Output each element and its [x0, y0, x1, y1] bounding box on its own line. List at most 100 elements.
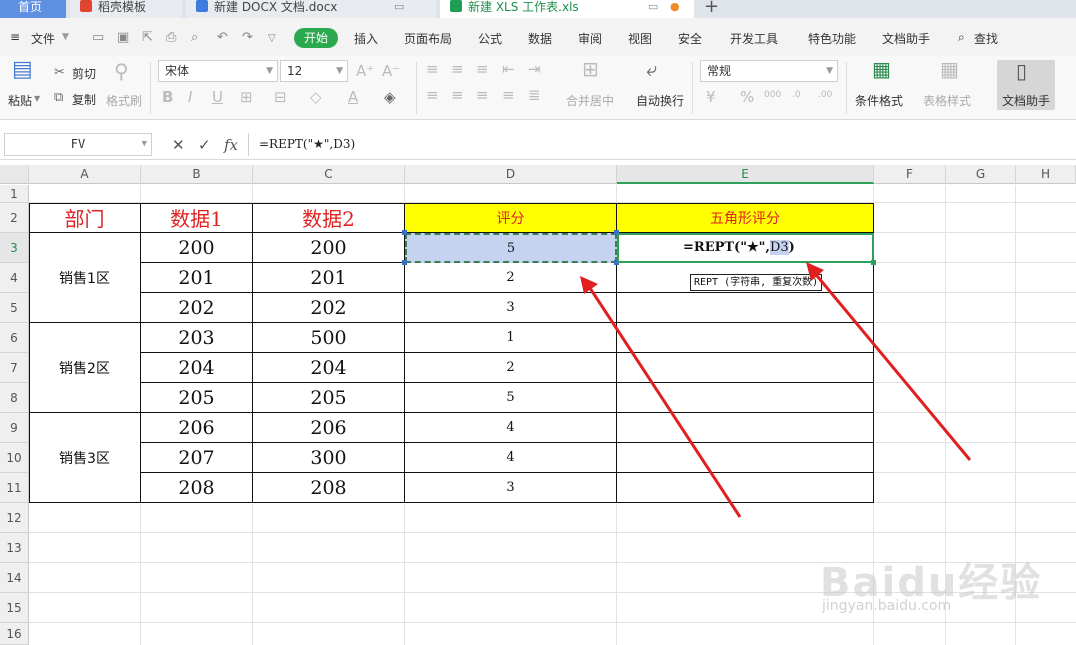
row-header-14[interactable]: 14	[0, 563, 29, 593]
cell-d10[interactable]: 4	[405, 443, 617, 473]
copy-button[interactable]: 复制	[72, 91, 96, 108]
cell-c4[interactable]: 201	[253, 263, 405, 293]
row-header-8[interactable]: 8	[0, 383, 29, 413]
menu-start[interactable]: 开始	[294, 28, 338, 48]
cell-c5[interactable]: 202	[253, 293, 405, 323]
save-icon[interactable]: ▣	[117, 30, 129, 45]
row-header-10[interactable]: 10	[0, 443, 29, 473]
table-style-button[interactable]: 表格样式	[923, 92, 971, 109]
format-painter-button[interactable]: 格式刷	[106, 92, 142, 109]
row-header-11[interactable]: 11	[0, 473, 29, 503]
cell-d8[interactable]: 5	[405, 383, 617, 413]
cell-c8[interactable]: 205	[253, 383, 405, 413]
row-header-9[interactable]: 9	[0, 413, 29, 443]
cell-c10[interactable]: 300	[253, 443, 405, 473]
justify-icon[interactable]: ≡	[502, 88, 515, 103]
cell-b3[interactable]: 200	[141, 233, 253, 263]
cell-b5[interactable]: 202	[141, 293, 253, 323]
row-header-12[interactable]: 12	[0, 503, 29, 533]
cell-d7[interactable]: 2	[405, 353, 617, 383]
export-icon[interactable]: ⇱	[142, 30, 153, 45]
eraser-icon[interactable]: ◈	[384, 90, 396, 105]
hamburger-icon[interactable]: ≡	[10, 30, 20, 44]
name-box[interactable]: FV ▼	[4, 133, 152, 156]
underline-icon[interactable]: U	[212, 90, 223, 105]
cell-b4[interactable]: 201	[141, 263, 253, 293]
cell-e9[interactable]	[617, 413, 874, 443]
cell-e8[interactable]	[617, 383, 874, 413]
decrease-decimal-icon[interactable]: .00	[818, 88, 832, 103]
cell-c7[interactable]: 204	[253, 353, 405, 383]
indent-increase-icon[interactable]: ⇥	[528, 62, 541, 77]
confirm-formula-icon[interactable]: ✓	[198, 136, 211, 154]
borders-icon[interactable]: ⊞	[240, 90, 253, 105]
align-bottom-icon[interactable]: ≡	[476, 62, 489, 77]
font-size-dropdown[interactable]: 12 ▼	[280, 60, 348, 82]
search-icon[interactable]: ⌕	[958, 30, 965, 45]
selection-handle[interactable]	[402, 260, 407, 265]
merge-center-icon[interactable]: ⊞	[582, 59, 599, 79]
cell-b8[interactable]: 205	[141, 383, 253, 413]
conditional-format-button[interactable]: 条件格式	[855, 92, 903, 109]
new-tab-plus-icon[interactable]: +	[704, 0, 719, 17]
cell-d6[interactable]: 1	[405, 323, 617, 353]
format-painter-icon[interactable]: ⚲	[114, 61, 129, 81]
paste-icon[interactable]: ▤	[12, 59, 33, 81]
cell-d9[interactable]: 4	[405, 413, 617, 443]
menu-insert[interactable]: 插入	[354, 30, 378, 47]
cell-b2[interactable]: 数据1	[141, 203, 253, 233]
undo-icon[interactable]: ↶	[217, 30, 228, 45]
doc-helper-button[interactable]: ▯ 文档助手	[997, 60, 1055, 110]
formula-input[interactable]: =REPT("★",D3)	[248, 133, 1074, 156]
cell-e3-editor[interactable]: =REPT("★",D3)	[617, 233, 874, 263]
cell-d4[interactable]: 2	[405, 263, 617, 293]
cut-button[interactable]: 剪切	[72, 65, 96, 82]
conditional-format-icon[interactable]: ▦	[872, 59, 891, 79]
table-style-icon[interactable]: ▦	[940, 59, 959, 79]
cell-d2[interactable]: 评分	[405, 203, 617, 233]
customize-chevron-icon[interactable]: ▽	[268, 33, 276, 44]
cell-e7[interactable]	[617, 353, 874, 383]
tab-home[interactable]: 首页	[0, 0, 66, 18]
fill-handle[interactable]	[871, 260, 876, 265]
wrap-text-button[interactable]: 自动换行	[636, 92, 684, 109]
row-header-16[interactable]: 16	[0, 623, 29, 645]
cancel-formula-icon[interactable]: ✕	[172, 136, 185, 154]
cell-b9[interactable]: 206	[141, 413, 253, 443]
cell-c9[interactable]: 206	[253, 413, 405, 443]
cell-a6-merged[interactable]: 销售2区	[29, 323, 141, 413]
menu-formulas[interactable]: 公式	[478, 30, 502, 47]
decrease-font-icon[interactable]: A⁻	[382, 64, 400, 79]
menu-review[interactable]: 审阅	[578, 30, 602, 47]
paste-button[interactable]: 粘贴	[8, 92, 32, 109]
menu-special-features[interactable]: 特色功能	[808, 30, 856, 47]
column-header-h[interactable]: H	[1016, 165, 1076, 184]
insert-function-icon[interactable]: fx	[224, 136, 238, 154]
align-right-icon[interactable]: ≡	[476, 88, 489, 103]
thousands-separator-icon[interactable]: 000	[764, 88, 781, 103]
percent-icon[interactable]: %	[740, 90, 754, 105]
open-folder-icon[interactable]: ▭	[92, 30, 104, 45]
menu-developer[interactable]: 开发工具	[730, 30, 778, 47]
scissors-icon[interactable]: ✂	[54, 65, 65, 80]
cell-e2[interactable]: 五角形评分	[617, 203, 874, 233]
chevron-down-icon[interactable]: ▼	[62, 32, 69, 42]
column-header-f[interactable]: F	[874, 165, 946, 184]
menu-page-layout[interactable]: 页面布局	[404, 30, 452, 47]
menu-view[interactable]: 视图	[628, 30, 652, 47]
row-header-2[interactable]: 2	[0, 203, 29, 233]
chevron-down-icon[interactable]: ▼	[34, 94, 40, 103]
cell-d5[interactable]: 3	[405, 293, 617, 323]
cell-c6[interactable]: 500	[253, 323, 405, 353]
cell-d11[interactable]: 3	[405, 473, 617, 503]
menu-file[interactable]: 文件	[31, 30, 55, 47]
cell-e11[interactable]	[617, 473, 874, 503]
cell-d3-referenced[interactable]: 5	[405, 233, 617, 263]
align-middle-icon[interactable]: ≡	[451, 62, 464, 77]
menu-search[interactable]: 查找	[974, 30, 998, 47]
align-top-icon[interactable]: ≡	[426, 62, 439, 77]
cell-b7[interactable]: 204	[141, 353, 253, 383]
menu-doc-assistant[interactable]: 文档助手	[882, 30, 930, 47]
increase-font-icon[interactable]: A⁺	[356, 64, 374, 79]
wrap-text-icon[interactable]: ⤶	[646, 59, 657, 79]
